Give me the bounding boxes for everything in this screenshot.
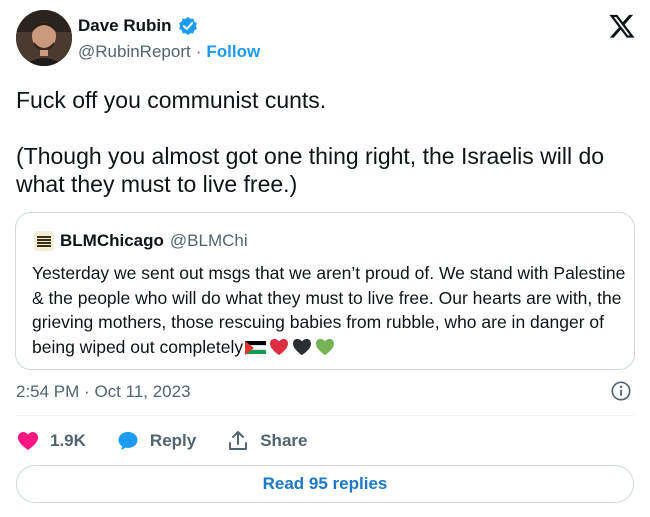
x-logo-icon[interactable] <box>608 12 636 40</box>
tweet-line-1: Fuck off you communist cunts. <box>16 87 327 113</box>
quoted-author-handle: @BLMChi <box>169 231 248 250</box>
read-replies-label: Read 95 replies <box>262 474 388 493</box>
quoted-tweet[interactable]: BLMChicago @BLMChi Yesterday we sent out… <box>15 212 635 370</box>
quoted-author-avatar <box>34 231 54 251</box>
tweet-line-2: (Though you almost got one thing right, … <box>16 143 605 197</box>
tweet-header: Dave Rubin @RubinReport · Follow <box>16 10 636 70</box>
like-count: 1.9K <box>50 431 86 450</box>
reply-label: Reply <box>149 431 197 450</box>
share-icon <box>229 431 248 450</box>
heart-icon <box>18 432 38 450</box>
quoted-tweet-header: BLMChicago @BLMChi <box>34 231 248 251</box>
share-button[interactable]: Share <box>226 429 307 453</box>
author-avatar[interactable] <box>16 10 72 66</box>
verified-badge-icon <box>178 16 197 36</box>
reply-icon <box>118 432 138 450</box>
palestine-flag-icon <box>245 340 267 355</box>
red-heart-icon <box>270 338 289 355</box>
author-name-row: Dave Rubin <box>78 16 198 36</box>
author-handle[interactable]: @RubinReport <box>78 42 191 62</box>
action-bar: 1.9K Reply Share <box>16 428 307 454</box>
tweet-timestamp[interactable]: 2:54 PM · Oct 11, 2023 <box>16 382 191 402</box>
handle-separator: · <box>195 42 202 61</box>
author-name[interactable]: Dave Rubin <box>78 16 172 36</box>
author-handle-row: @RubinReport · Follow <box>78 42 260 62</box>
info-icon[interactable] <box>610 380 632 402</box>
tweet-date: Oct 11, 2023 <box>94 382 191 401</box>
reply-button[interactable]: Reply <box>116 429 196 453</box>
read-replies-button[interactable]: Read 95 replies <box>16 465 634 503</box>
like-button[interactable]: 1.9K <box>16 429 86 453</box>
quoted-tweet-text: Yesterday we sent out msgs that we aren’… <box>32 261 632 359</box>
divider <box>16 415 634 416</box>
quoted-author-name: BLMChicago <box>60 231 164 250</box>
green-heart-icon <box>316 338 335 355</box>
tweet-text: Fuck off you communist cunts. (Though yo… <box>16 86 636 198</box>
black-heart-icon <box>293 338 312 355</box>
share-label: Share <box>260 431 308 450</box>
timestamp-separator: · <box>84 382 90 401</box>
follow-button[interactable]: Follow <box>206 42 260 62</box>
tweet-time: 2:54 PM <box>16 382 80 401</box>
